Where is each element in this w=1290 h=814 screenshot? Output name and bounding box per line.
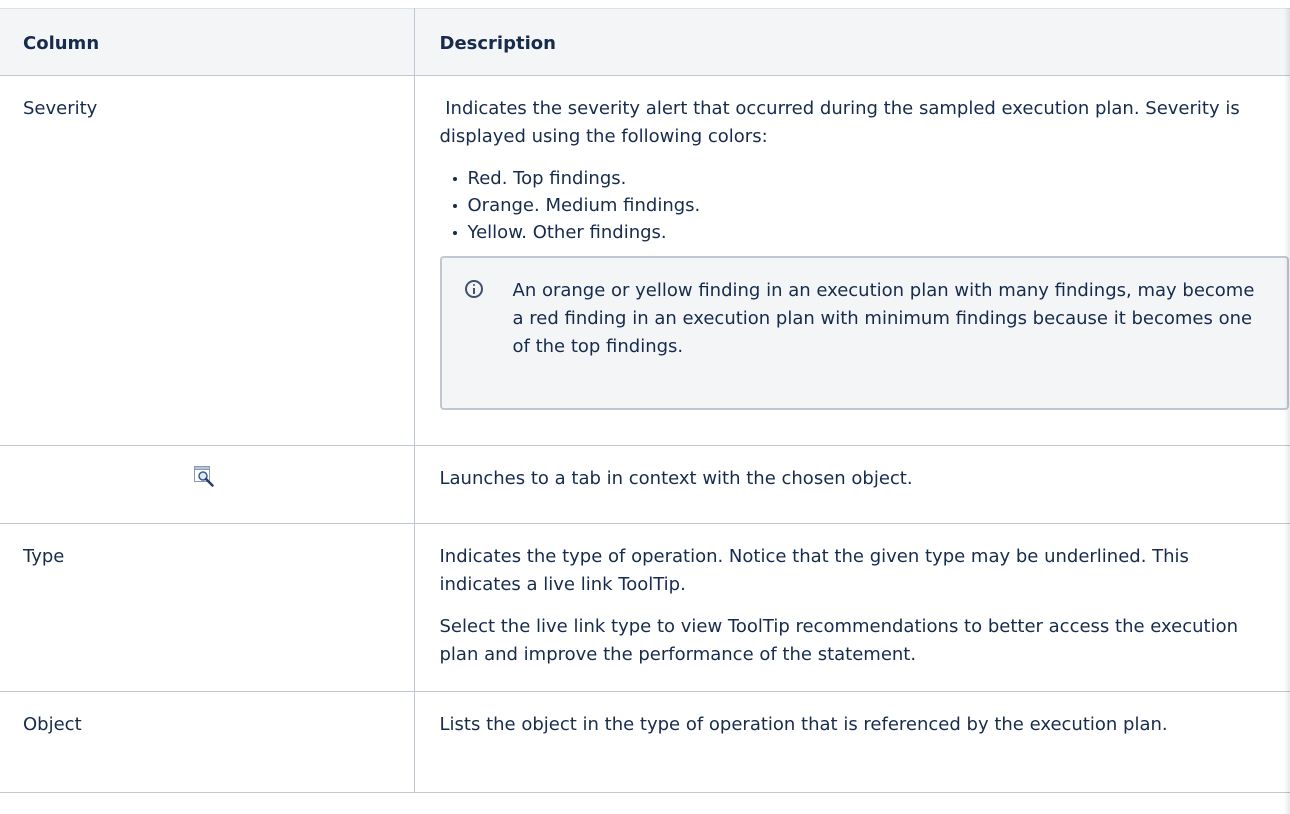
column-description-table: Column Description Severity Indicates th… [0, 8, 1290, 793]
type-description-para-2: Select the live link type to view ToolTi… [439, 616, 1239, 665]
table-scroll-shadow [1284, 8, 1290, 814]
list-item: Yellow. Other findings. [452, 219, 1273, 246]
type-column-cell: Type [0, 523, 415, 692]
header-column: Column [0, 8, 415, 76]
header-description-label: Description [439, 33, 556, 54]
zoom-window-icon [194, 466, 214, 487]
severity-label: Severity [23, 98, 98, 119]
severity-description-cell: Indicates the severity alert that occurr… [413, 75, 1290, 446]
type-description-para-1: Indicates the type of operation. Notice … [439, 546, 1189, 595]
list-item: Orange. Medium findings. [452, 192, 1273, 219]
type-description-cell: Indicates the type of operation. Notice … [413, 523, 1290, 692]
object-column-cell: Object [0, 691, 415, 793]
severity-color-list: Red. Top findings. Orange. Medium findin… [440, 165, 1273, 246]
object-description-text: Lists the object in the type of operatio… [439, 714, 1168, 735]
severity-intro-text: Indicates the severity alert that occurr… [439, 98, 1246, 147]
launch-icon-cell [0, 445, 415, 524]
header-column-label: Column [23, 33, 100, 54]
table-row-severity: Severity Indicates the severity alert th… [0, 75, 1290, 446]
info-panel: An orange or yellow finding in an execut… [439, 256, 1289, 410]
launch-description-text: Launches to a tab in context with the ch… [439, 468, 913, 489]
severity-column-cell: Severity [0, 75, 415, 446]
type-label: Type [23, 546, 65, 567]
object-description-cell: Lists the object in the type of operatio… [413, 691, 1290, 793]
info-icon [464, 280, 483, 298]
table-row-type: Type Indicates the type of operation. No… [0, 523, 1290, 692]
table-row-object: Object Lists the object in the type of o… [0, 691, 1290, 793]
info-panel-text: An orange or yellow finding in an execut… [512, 280, 1255, 357]
list-item: Red. Top findings. [452, 165, 1273, 192]
header-description: Description [413, 8, 1290, 76]
table-header-row: Column Description [0, 8, 1290, 76]
table-row-launch: Launches to a tab in context with the ch… [0, 445, 1290, 524]
object-label: Object [23, 714, 82, 735]
launch-description-cell: Launches to a tab in context with the ch… [413, 445, 1290, 524]
